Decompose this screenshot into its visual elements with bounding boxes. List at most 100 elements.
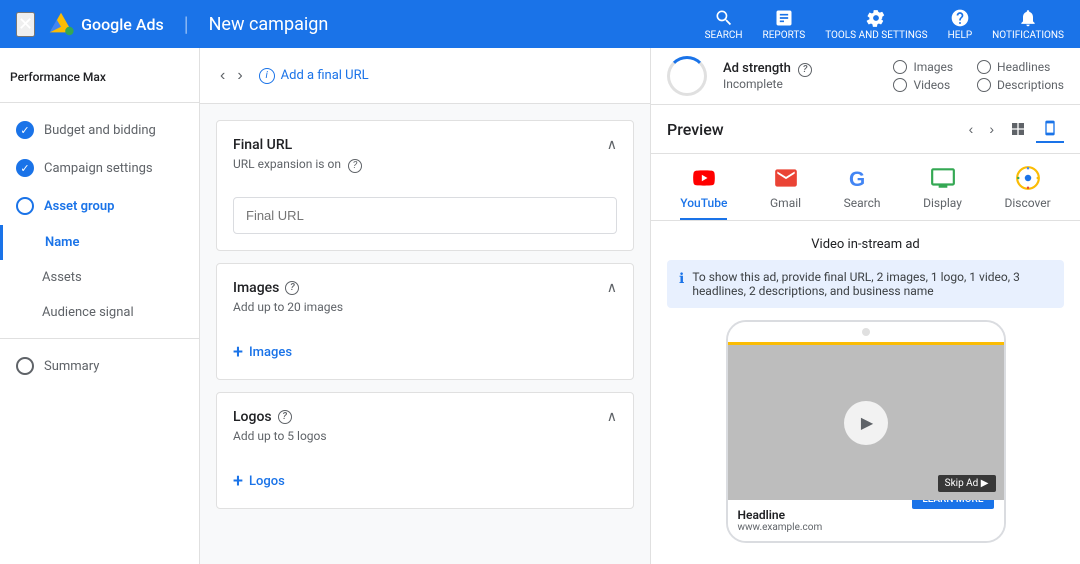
top-header: ✕ Google Ads | New campaign SEARCH REPOR… [0,0,1080,48]
preview-panel: Ad strength ? Incomplete Images Videos [650,48,1080,564]
logos-help-icon[interactable]: ? [278,410,292,424]
reports-nav-label: REPORTS [763,30,806,41]
grid-view-btn[interactable] [1004,115,1032,143]
add-logos-label: Logos [249,474,285,489]
phone-camera [728,322,1004,342]
ad-checkboxes-2: Headlines Descriptions [977,60,1064,92]
tab-discover[interactable]: Discover [1004,164,1050,220]
audience-signal-label: Audience signal [42,305,134,320]
progress-info-text: Add a final URL [281,68,369,83]
add-images-link[interactable]: + Images [233,342,617,363]
ad-type-label: Video in-stream ad [667,237,1064,252]
sidebar-item-name[interactable]: Name [0,225,199,260]
asset-group-label: Asset group [44,199,114,214]
tab-display[interactable]: Display [923,164,962,220]
summary-label: Summary [44,359,99,374]
sidebar-item-budget[interactable]: Budget and bidding [0,111,199,149]
images-checkbox-label: Images [913,60,953,74]
add-logos-link[interactable]: + Logos [233,471,617,492]
sidebar-item-summary[interactable]: Summary [0,347,199,385]
google-ads-text: Google Ads [81,15,164,34]
ad-preview-content: Video in-stream ad ℹ To show this ad, pr… [651,221,1080,564]
final-url-card-body [217,189,633,250]
ad-strength-text: Ad strength ? Incomplete [723,61,812,91]
final-url-header-left: Final URL URL expansion is on ? [233,137,362,173]
logos-card-body: + Logos [217,471,633,508]
sidebar-item-asset-group[interactable]: Asset group [0,187,199,225]
tools-nav-btn[interactable]: TOOLS AND SETTINGS [825,8,927,41]
logo-icon [47,10,75,38]
search-nav-btn[interactable]: SEARCH [705,8,743,41]
logos-title: Logos ? [233,409,327,425]
final-url-card: Final URL URL expansion is on ? ∧ [216,120,634,251]
sidebar-item-campaign-settings[interactable]: Campaign settings [0,149,199,187]
images-card-header[interactable]: Images ? Add up to 20 images ∧ [217,264,633,330]
mobile-view-btn[interactable] [1036,115,1064,143]
images-subtitle: Add up to 20 images [233,300,343,314]
ad-checkboxes: Images Videos [893,60,953,92]
final-url-input[interactable] [233,197,617,234]
sidebar-item-audience-signal[interactable]: Audience signal [0,295,199,330]
images-checkbox: Images [893,60,953,74]
discover-icon [1014,164,1042,192]
close-button[interactable]: ✕ [16,12,35,37]
images-help-icon[interactable]: ? [285,281,299,295]
phone-mockup: Skip Ad ▶ Headline www.example.com LEARN… [726,320,1006,543]
gmail-icon [772,164,800,192]
progress-bar: ‹ › i Add a final URL [200,48,650,104]
sidebar-item-assets[interactable]: Assets [0,260,199,295]
videos-radio-icon [893,78,907,92]
help-nav-btn[interactable]: HELP [948,8,973,41]
preview-nav: ‹ › [963,115,1064,143]
budget-check-icon [16,121,34,139]
notifications-nav-btn[interactable]: NOTIFICATIONS [992,8,1064,41]
preview-forward-btn[interactable]: › [983,117,1000,141]
youtube-tab-label: YouTube [680,196,727,210]
display-icon [929,164,957,192]
svg-text:G: G [849,168,865,191]
plus-icon: + [233,342,243,363]
sidebar: Performance Max Budget and bidding Campa… [0,48,200,564]
ad-strength-circle [667,56,707,96]
images-title: Images ? [233,280,343,296]
logos-chevron-icon: ∧ [607,409,617,425]
logos-card-header[interactable]: Logos ? Add up to 5 logos ∧ [217,393,633,459]
progress-forward-btn[interactable]: › [233,63,246,89]
final-url-title: Final URL [233,137,362,153]
preview-title: Preview [667,120,724,139]
logos-card: Logos ? Add up to 5 logos ∧ + Logos [216,392,634,509]
videos-checkbox-label: Videos [913,78,950,92]
ad-strength-status: Incomplete [723,77,812,91]
headlines-checkbox: Headlines [977,60,1064,74]
header-right: SEARCH REPORTS TOOLS AND SETTINGS HELP N… [705,8,1064,41]
progress-back-btn[interactable]: ‹ [216,63,229,89]
images-chevron-icon: ∧ [607,280,617,296]
progress-info: i Add a final URL [259,68,369,84]
summary-circle-icon [16,357,34,375]
url-expansion-help-icon[interactable]: ? [348,159,362,173]
campaign-settings-check-icon [16,159,34,177]
notifications-nav-label: NOTIFICATIONS [992,30,1064,41]
reports-nav-btn[interactable]: REPORTS [763,8,806,41]
sidebar-item-performance-max[interactable]: Performance Max [0,60,199,94]
sidebar-divider-1 [0,102,199,103]
performance-max-label: Performance Max [10,70,106,84]
preview-back-btn[interactable]: ‹ [963,117,980,141]
ad-strength-help-icon[interactable]: ? [798,63,812,77]
search-nav-label: SEARCH [705,30,743,41]
phone-ad-info: Headline www.example.com [738,508,823,533]
tab-gmail[interactable]: Gmail [770,164,801,220]
skip-ad-btn[interactable]: Skip Ad ▶ [938,475,996,492]
images-card-body: + Images [217,342,633,379]
tab-youtube[interactable]: YouTube [680,164,727,220]
preview-header: Preview ‹ › [651,105,1080,154]
play-button[interactable] [844,401,888,445]
campaign-title: New campaign [209,14,329,35]
tools-nav-label: TOOLS AND SETTINGS [825,30,927,41]
info-box-icon: ℹ [679,271,684,287]
tab-search[interactable]: G Search [844,164,881,220]
descriptions-checkbox: Descriptions [977,78,1064,92]
google-ads-logo: Google Ads [47,10,164,38]
final-url-card-header[interactable]: Final URL URL expansion is on ? ∧ [217,121,633,189]
sidebar-divider-2 [0,338,199,339]
